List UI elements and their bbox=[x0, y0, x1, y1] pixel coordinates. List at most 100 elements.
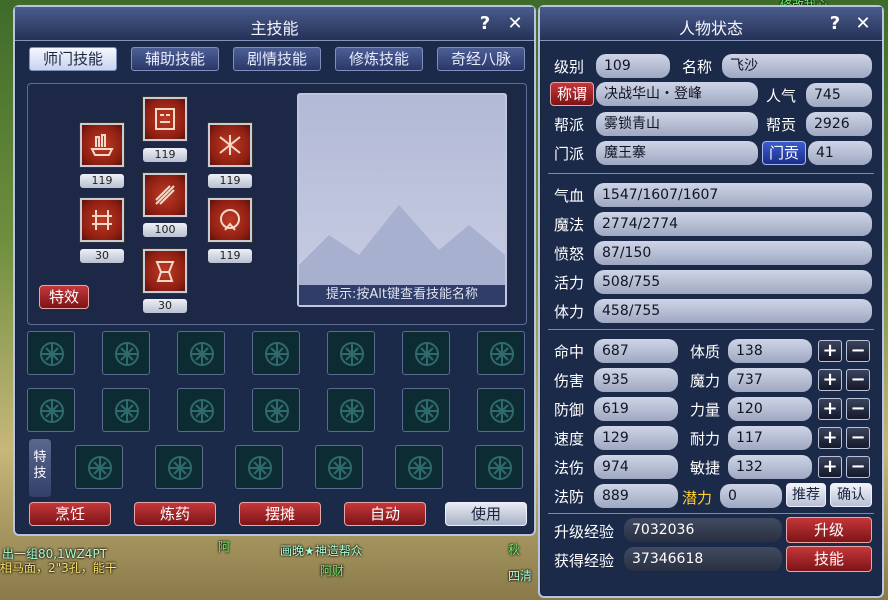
skill-slot[interactable] bbox=[395, 445, 443, 489]
skill-level: 100 bbox=[143, 223, 187, 237]
skill-slot[interactable] bbox=[27, 388, 75, 432]
attribute-label: 耐力 bbox=[690, 430, 721, 448]
increase-button[interactable]: + bbox=[818, 456, 842, 478]
skill-window-titlebar[interactable]: 主技能 ? ✕ bbox=[15, 7, 534, 41]
combat-label: 伤害 bbox=[554, 372, 585, 390]
increase-button[interactable]: + bbox=[818, 369, 842, 391]
tab-cultivation-skills[interactable]: 修炼技能 bbox=[335, 47, 423, 71]
skill-icon-ship[interactable] bbox=[80, 123, 124, 167]
skill-slot[interactable] bbox=[75, 445, 123, 489]
slot-emblem-icon bbox=[490, 342, 514, 366]
potential-label: 潜力 bbox=[682, 489, 713, 507]
slot-emblem-icon bbox=[40, 342, 64, 366]
skill-slot[interactable] bbox=[27, 331, 75, 375]
vital-value: 1547/1607/1607 bbox=[594, 183, 872, 207]
decrease-button[interactable]: − bbox=[846, 456, 870, 478]
upgrade-exp-value: 7032036 bbox=[624, 518, 782, 542]
sect-label: 门派 bbox=[554, 145, 585, 163]
attribute-value: 737 bbox=[728, 368, 812, 392]
skill-slot[interactable] bbox=[475, 445, 523, 489]
slot-emblem-icon bbox=[168, 456, 192, 480]
slot-emblem-icon bbox=[490, 399, 514, 423]
skill-slot[interactable] bbox=[252, 388, 300, 432]
skill-slot[interactable] bbox=[402, 388, 450, 432]
skill-slot[interactable] bbox=[235, 445, 283, 489]
title-value: 决战华山・登峰 bbox=[596, 82, 758, 106]
increase-button[interactable]: + bbox=[818, 427, 842, 449]
combat-label: 速度 bbox=[554, 430, 585, 448]
skill-slot[interactable] bbox=[477, 388, 525, 432]
skill-slot[interactable] bbox=[477, 331, 525, 375]
decrease-button[interactable]: − bbox=[846, 340, 870, 362]
skill-icon-rune[interactable] bbox=[80, 198, 124, 242]
vital-label: 愤怒 bbox=[554, 245, 585, 263]
sect-contribution-button[interactable]: 门贡 bbox=[762, 141, 806, 165]
skill-icon-blade[interactable] bbox=[143, 173, 187, 217]
help-button[interactable]: ? bbox=[824, 13, 846, 35]
confirm-button[interactable]: 确认 bbox=[830, 483, 872, 507]
tab-story-skills[interactable]: 剧情技能 bbox=[233, 47, 321, 71]
alchemy-button[interactable]: 炼药 bbox=[134, 502, 216, 526]
skill-slot[interactable] bbox=[177, 331, 225, 375]
help-button[interactable]: ? bbox=[474, 13, 496, 35]
skill-icon-claw[interactable] bbox=[208, 123, 252, 167]
skill-slot[interactable] bbox=[177, 388, 225, 432]
skill-preview-panel: 提示:按Alt键查看技能名称 bbox=[297, 93, 507, 307]
tab-assist-skills[interactable]: 辅助技能 bbox=[131, 47, 219, 71]
player-title: 画晚★神造帮众 bbox=[280, 544, 363, 558]
skill-slot[interactable] bbox=[155, 445, 203, 489]
skills-button[interactable]: 技能 bbox=[786, 546, 872, 572]
increase-button[interactable]: + bbox=[818, 340, 842, 362]
skill-slot[interactable] bbox=[252, 331, 300, 375]
skill-slot[interactable] bbox=[402, 331, 450, 375]
increase-button[interactable]: + bbox=[818, 398, 842, 420]
game-scene: 出一组80,1WZ4PT 相马面，2"3孔，能干 阿 画晚★神造帮众 阿财 秋 … bbox=[0, 0, 888, 600]
skill-icon-vessel[interactable] bbox=[143, 249, 187, 293]
skill-slot[interactable] bbox=[327, 388, 375, 432]
combat-label: 法防 bbox=[554, 488, 585, 506]
stall-button[interactable]: 摆摊 bbox=[239, 502, 321, 526]
divider bbox=[548, 173, 874, 174]
special-effect-button[interactable]: 特效 bbox=[39, 285, 89, 309]
skill-slot[interactable] bbox=[315, 445, 363, 489]
contribution-label: 帮贡 bbox=[766, 116, 797, 134]
slot-emblem-icon bbox=[265, 399, 289, 423]
cooking-button[interactable]: 烹饪 bbox=[29, 502, 111, 526]
attribute-label: 敏捷 bbox=[690, 459, 721, 477]
slot-emblem-icon bbox=[115, 399, 139, 423]
vital-label: 魔法 bbox=[554, 216, 585, 234]
tab-meridian[interactable]: 奇经八脉 bbox=[437, 47, 525, 71]
tab-sect-skills[interactable]: 师门技能 bbox=[29, 47, 117, 71]
vital-label: 活力 bbox=[554, 274, 585, 292]
slot-emblem-icon bbox=[408, 456, 432, 480]
slot-emblem-icon bbox=[415, 399, 439, 423]
special-skill-tab[interactable]: 特技 bbox=[29, 439, 51, 497]
status-window-titlebar[interactable]: 人物状态 ? ✕ bbox=[540, 7, 882, 41]
title-button[interactable]: 称谓 bbox=[550, 82, 594, 106]
main-skill-window: 主技能 ? ✕ 师门技能 辅助技能 剧情技能 修炼技能 奇经八脉 119 119… bbox=[13, 5, 536, 536]
slot-emblem-icon bbox=[265, 342, 289, 366]
use-button[interactable]: 使用 bbox=[445, 502, 527, 526]
combat-value: 935 bbox=[594, 368, 678, 392]
skill-icon-demon[interactable] bbox=[208, 198, 252, 242]
decrease-button[interactable]: − bbox=[846, 369, 870, 391]
preview-hint: 提示:按Alt键查看技能名称 bbox=[299, 285, 505, 305]
close-button[interactable]: ✕ bbox=[504, 13, 526, 35]
attribute-value: 132 bbox=[728, 455, 812, 479]
auto-button[interactable]: 自动 bbox=[344, 502, 426, 526]
close-button[interactable]: ✕ bbox=[852, 13, 874, 35]
skill-level: 30 bbox=[143, 299, 187, 313]
divider bbox=[548, 329, 874, 330]
mountain-silhouette-icon bbox=[299, 205, 505, 285]
skill-slot[interactable] bbox=[102, 331, 150, 375]
slot-emblem-icon bbox=[328, 456, 352, 480]
skill-icon-mask[interactable] bbox=[143, 97, 187, 141]
decrease-button[interactable]: − bbox=[846, 398, 870, 420]
level-label: 级别 bbox=[554, 58, 585, 76]
skill-slot[interactable] bbox=[327, 331, 375, 375]
recommend-button[interactable]: 推荐 bbox=[786, 483, 826, 507]
upgrade-button[interactable]: 升级 bbox=[786, 517, 872, 543]
skill-slot[interactable] bbox=[102, 388, 150, 432]
decrease-button[interactable]: − bbox=[846, 427, 870, 449]
sect-contribution-value: 41 bbox=[808, 141, 872, 165]
